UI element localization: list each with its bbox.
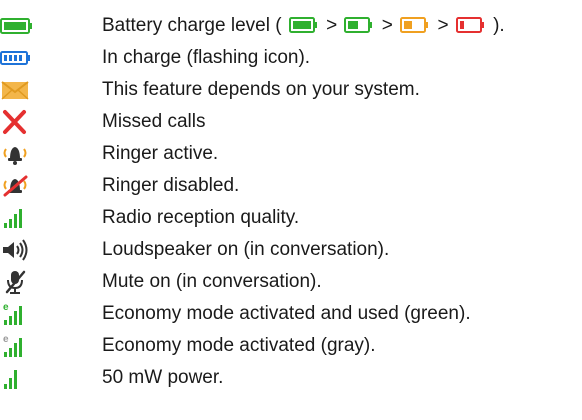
- legend-label: Ringer active.: [102, 143, 219, 164]
- loudspeaker-icon: [0, 236, 34, 264]
- battery-level-full-icon: [288, 17, 317, 33]
- economy-mode-green-icon: e: [0, 300, 34, 328]
- legend-label: Battery charge level ( > > >).: [102, 15, 505, 36]
- legend-label: Loudspeaker on (in conversation).: [102, 239, 390, 260]
- legend-label: Economy mode activated and used (green).: [102, 303, 471, 324]
- power-50mw-icon: [0, 364, 34, 392]
- legend-label: Missed calls: [102, 111, 206, 132]
- legend-row: 50 mW power.: [0, 362, 582, 394]
- battery-charging-icon: [0, 44, 34, 72]
- legend-row: Mute on (in conversation).: [0, 266, 582, 298]
- ringer-disabled-icon: [0, 172, 34, 200]
- signal-bars-icon: [0, 204, 34, 232]
- battery-full-icon: [0, 12, 34, 40]
- svg-text:e: e: [3, 302, 9, 313]
- mute-microphone-icon: [0, 268, 34, 296]
- legend-row: Loudspeaker on (in conversation).: [0, 234, 582, 266]
- ringer-active-icon: [0, 140, 34, 168]
- legend-label: In charge (flashing icon).: [102, 47, 311, 68]
- legend-row: e Economy mode activated and used (green…: [0, 298, 582, 330]
- battery-level-low-icon: [455, 17, 484, 33]
- legend-row: Radio reception quality.: [0, 202, 582, 234]
- battery-level-two-thirds-icon: [344, 17, 373, 33]
- legend-label: Ringer disabled.: [102, 175, 240, 196]
- battery-level-one-third-icon: [400, 17, 429, 33]
- legend-label: 50 mW power.: [102, 367, 224, 388]
- icon-legend: Battery charge level ( > > >). In charg…: [0, 0, 582, 420]
- envelope-icon: [0, 76, 34, 104]
- legend-row: e Economy mode activated (gray).: [0, 330, 582, 362]
- economy-mode-gray-icon: e: [0, 332, 34, 360]
- missed-call-x-icon: [0, 108, 34, 136]
- legend-label: Mute on (in conversation).: [102, 271, 322, 292]
- legend-row: Ringer active.: [0, 138, 582, 170]
- legend-label: Radio reception quality.: [102, 207, 300, 228]
- legend-row: Battery charge level ( > > >).: [0, 10, 582, 42]
- legend-row: This feature depends on your system.: [0, 74, 582, 106]
- svg-text:e: e: [3, 334, 9, 345]
- legend-row: Missed calls: [0, 106, 582, 138]
- legend-row: Ringer disabled.: [0, 170, 582, 202]
- legend-row: In charge (flashing icon).: [0, 42, 582, 74]
- legend-label: This feature depends on your system.: [102, 79, 420, 100]
- legend-label: Economy mode activated (gray).: [102, 335, 376, 356]
